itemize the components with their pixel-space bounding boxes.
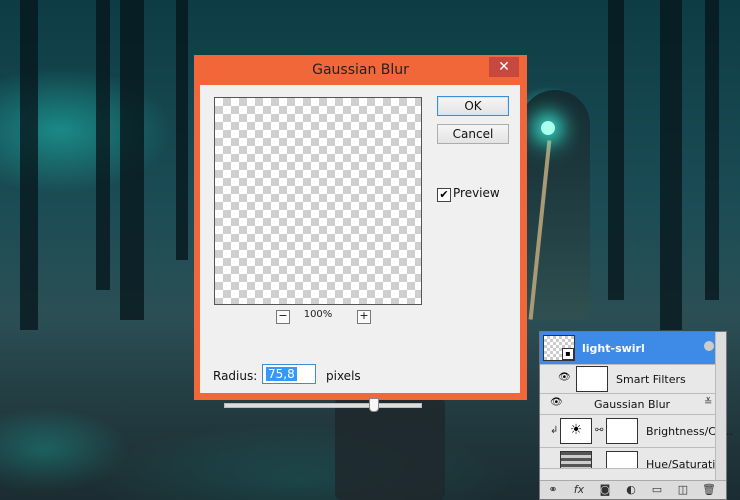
new-layer-icon[interactable]: ◫ [676,483,690,497]
radius-label: Radius: [213,369,258,383]
tree-trunk [660,0,682,330]
preview-checkbox[interactable]: ✔ [437,188,451,202]
cancel-button[interactable]: Cancel [437,124,509,144]
blend-options-icon[interactable]: ≚ [704,397,712,408]
glowing-orb [541,121,555,135]
eye-icon[interactable]: 👁 [550,398,563,408]
gaussian-blur-dialog: Gaussian Blur ✕ − 100% + OK Cancel ✔ Pre… [194,55,527,412]
preview-label: Preview [453,186,500,200]
trash-icon[interactable]: 🗑 [702,483,716,497]
tree-trunk [176,0,188,260]
smart-object-icon: ▪ [562,348,574,360]
tree-trunk [120,0,144,320]
mask-thumbnail [606,451,638,468]
eye-icon[interactable]: 👁 [558,373,571,383]
radius-input[interactable]: 75,8 [262,364,316,384]
layer-name: Smart Filters [616,373,686,386]
layer-row[interactable]: 👁 Smart Filters [540,365,726,394]
link-icon[interactable]: ⚭ [546,483,560,497]
adjustment-thumbnail [560,451,592,468]
clip-arrow-icon: ↲ [550,425,559,436]
layer-row[interactable]: 👁 Gaussian Blur ≚ [540,394,726,415]
layer-row[interactable]: ↲ ☀ ⚯ Brightness/Co... [540,415,733,448]
layer-name: Hue/Saturatio... [646,458,726,469]
zoom-in-button[interactable]: + [357,310,371,324]
filter-preview[interactable] [214,97,422,305]
mask-icon[interactable]: ◙ [598,483,612,497]
mask-thumbnail [606,418,638,444]
fx-icon[interactable]: fx [572,483,586,497]
radius-slider[interactable] [224,398,422,412]
adjustment-thumbnail: ☀ [560,418,592,444]
filter-mask-thumbnail [576,366,608,392]
foreground-figure [335,398,445,500]
layer-name: Gaussian Blur [594,398,671,411]
tree-trunk [705,0,719,300]
zoom-level: 100% [303,309,333,320]
layers-panel: ▪ light-swirl 👁 Smart Filters 👁 Gaussian… [539,331,733,500]
dialog-body: − 100% + OK Cancel ✔ Preview Radius: 75,… [200,85,520,412]
panel-scrollbar[interactable] [715,332,726,482]
checkmark-icon: ✔ [439,188,449,201]
radius-value: 75,8 [266,367,297,381]
layers-footer: ⚭ fx ◙ ◐ ▭ ◫ 🗑 [540,480,726,499]
layer-row[interactable]: Hue/Saturatio... [540,448,726,469]
adjustment-icon[interactable]: ◐ [624,483,638,497]
group-icon[interactable]: ▭ [650,483,664,497]
tree-trunk [20,0,38,330]
tree-trunk [96,0,110,290]
cloaked-figure [520,90,590,320]
link-icon: ⚯ [595,425,604,436]
zoom-out-button[interactable]: − [276,310,290,324]
dialog-title: Gaussian Blur [312,62,409,78]
layer-options-icon[interactable] [704,341,714,351]
tree-trunk [608,0,624,300]
layer-name: light-swirl [582,342,645,355]
close-button[interactable]: ✕ [489,57,519,77]
layer-row[interactable]: ▪ light-swirl [540,332,726,365]
radius-units: pixels [326,369,361,383]
slider-thumb[interactable] [369,398,379,412]
ok-button[interactable]: OK [437,96,509,116]
